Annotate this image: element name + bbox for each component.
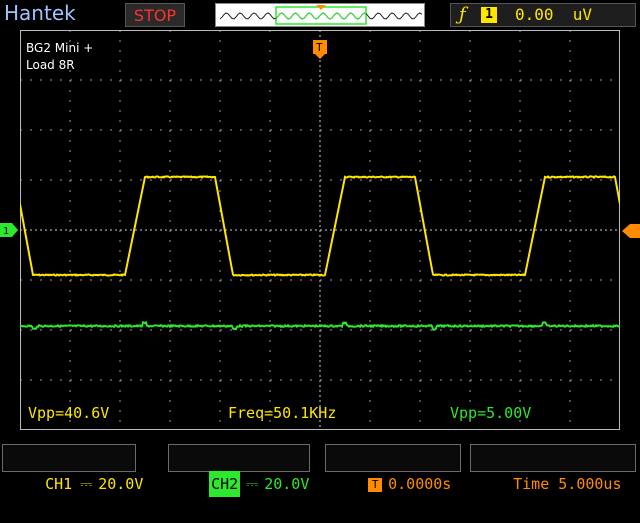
- ch2-scale-value: 20.0V: [264, 475, 310, 493]
- trigger-level-marker-icon[interactable]: [622, 222, 640, 240]
- dc-coupling-icon: ⎓: [80, 475, 93, 493]
- svg-text:1: 1: [3, 226, 9, 237]
- user-annotation: BG2 Mini + Load 8R: [26, 40, 93, 74]
- ch1-ground-marker-icon[interactable]: 1: [0, 221, 20, 239]
- ch1-scale-box[interactable]: CH1 ⎓ 20.0V: [2, 444, 143, 493]
- trigger-level-value: 0.00 uV: [515, 5, 593, 24]
- memory-waveform-icon: [219, 5, 423, 25]
- waveform-canvas: [20, 30, 620, 430]
- frequency-readout: Freq=50.1KHz: [228, 404, 337, 422]
- ch1-label: CH1: [45, 475, 73, 493]
- status-bar: CH1 ⎓ 20.0V CH2 ⎓ 20.0V T 0.0000s Time 5.000u…: [0, 440, 640, 497]
- trigger-offset-box[interactable]: T 0.0000s: [325, 444, 461, 493]
- ch1-vpp-readout: Vpp=40.6V: [28, 404, 110, 422]
- trigger-offset-value: 0.0000s: [388, 475, 452, 493]
- ch2-scale-box[interactable]: CH2 ⎓ 20.0V: [168, 444, 310, 497]
- ch1-scale-value: 20.0V: [98, 475, 144, 493]
- trigger-position-label: T: [316, 41, 323, 54]
- waveform-display[interactable]: [20, 30, 620, 430]
- dc-coupling-icon: ⎓: [246, 475, 259, 493]
- run-stop-button[interactable]: STOP: [125, 3, 185, 27]
- annotation-line-2: Load 8R: [26, 58, 75, 72]
- trigger-position-marker-icon[interactable]: T: [312, 34, 328, 60]
- ch2-label: CH2: [209, 471, 241, 497]
- annotation-line-1: BG2 Mini +: [26, 41, 94, 55]
- timebase-value: 5.000us: [558, 475, 622, 493]
- time-label: Time: [513, 475, 550, 493]
- trigger-source-badge: 1: [481, 7, 497, 23]
- ch2-trace: [20, 320, 620, 331]
- timebase-box[interactable]: Time 5.000us: [470, 444, 636, 493]
- brand-logo: Hantek: [4, 1, 76, 25]
- trigger-status-panel[interactable]: ƒ 1 0.00 uV: [450, 3, 636, 27]
- rising-edge-icon: ƒ: [459, 4, 466, 25]
- ch2-vpp-readout: Vpp=5.00V: [450, 404, 532, 422]
- memory-depth-indicator[interactable]: [215, 3, 425, 27]
- top-toolbar: Hantek STOP ƒ 1 0.00 uV: [0, 0, 640, 30]
